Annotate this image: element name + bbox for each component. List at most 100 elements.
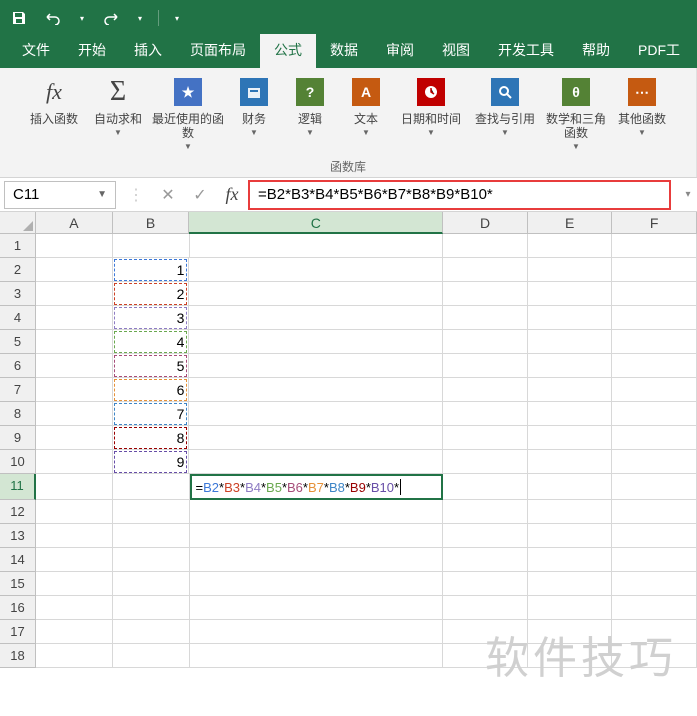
cell-E17[interactable] (528, 620, 613, 644)
cell-C16[interactable] (190, 596, 444, 620)
cell-D12[interactable] (443, 500, 528, 524)
cell-D14[interactable] (443, 548, 528, 572)
cell-A5[interactable] (36, 330, 113, 354)
cell-D3[interactable] (443, 282, 528, 306)
cell-E7[interactable] (528, 378, 613, 402)
row-header-4[interactable]: 4 (0, 306, 36, 330)
name-box[interactable]: C11 ▼ (4, 181, 116, 209)
col-header-F[interactable]: F (612, 212, 697, 234)
cell-A3[interactable] (36, 282, 113, 306)
cell-C18[interactable] (190, 644, 444, 668)
cell-A10[interactable] (36, 450, 113, 474)
row-header-12[interactable]: 12 (0, 500, 36, 524)
enter-icon[interactable]: ✓ (184, 181, 216, 209)
cell-E12[interactable] (528, 500, 613, 524)
cell-D6[interactable] (443, 354, 528, 378)
cell-D8[interactable] (443, 402, 528, 426)
row-header-3[interactable]: 3 (0, 282, 36, 306)
tab-help[interactable]: 帮助 (568, 34, 624, 68)
cell-A15[interactable] (36, 572, 113, 596)
cell-E18[interactable] (528, 644, 613, 668)
cell-B8[interactable]: 7 (113, 402, 190, 426)
cell-C7[interactable] (189, 378, 443, 402)
cell-B7[interactable]: 6 (113, 378, 190, 402)
cell-A8[interactable] (36, 402, 113, 426)
cell-A16[interactable] (36, 596, 113, 620)
cell-E11[interactable] (528, 474, 613, 500)
cell-C2[interactable] (189, 258, 443, 282)
cell-D16[interactable] (443, 596, 528, 620)
col-header-B[interactable]: B (113, 212, 190, 234)
row-header-15[interactable]: 15 (0, 572, 36, 596)
select-all-corner[interactable] (0, 212, 36, 234)
logical-button[interactable]: ? 逻辑 ▼ (284, 72, 336, 137)
tab-data[interactable]: 数据 (316, 34, 372, 68)
tab-layout[interactable]: 页面布局 (176, 34, 260, 68)
cell-D7[interactable] (443, 378, 528, 402)
cell-C3[interactable] (189, 282, 443, 306)
cell-B16[interactable] (113, 596, 190, 620)
cell-A9[interactable] (36, 426, 113, 450)
cell-E9[interactable] (528, 426, 613, 450)
cell-C8[interactable] (189, 402, 443, 426)
cell-F14[interactable] (612, 548, 697, 572)
cell-D18[interactable] (443, 644, 528, 668)
tab-file[interactable]: 文件 (8, 34, 64, 68)
cell-F12[interactable] (612, 500, 697, 524)
cell-A4[interactable] (36, 306, 113, 330)
cell-D13[interactable] (443, 524, 528, 548)
cell-F1[interactable] (612, 234, 697, 258)
cell-C14[interactable] (190, 548, 444, 572)
cell-C5[interactable] (189, 330, 443, 354)
cell-B3[interactable]: 2 (113, 282, 190, 306)
cell-A17[interactable] (36, 620, 113, 644)
undo-icon[interactable] (42, 7, 64, 29)
cell-F17[interactable] (612, 620, 697, 644)
cells-area[interactable]: 123456789=B2*B3*B4*B5*B6*B7*B8*B9*B10* (36, 234, 697, 668)
cell-C12[interactable] (190, 500, 444, 524)
col-header-E[interactable]: E (528, 212, 613, 234)
cell-A6[interactable] (36, 354, 113, 378)
cell-B10[interactable]: 9 (113, 450, 190, 474)
cell-C6[interactable] (189, 354, 443, 378)
formula-bar[interactable]: =B2*B3*B4*B5*B6*B7*B8*B9*B10* (248, 180, 671, 210)
math-button[interactable]: θ 数学和三角函数 ▼ (544, 72, 608, 151)
row-header-5[interactable]: 5 (0, 330, 36, 354)
insert-function-button[interactable]: fx 插入函数 (24, 72, 84, 126)
cell-D4[interactable] (443, 306, 528, 330)
text-button[interactable]: A 文本 ▼ (340, 72, 392, 137)
row-header-7[interactable]: 7 (0, 378, 36, 402)
cell-E6[interactable] (528, 354, 613, 378)
cell-B2[interactable]: 1 (113, 258, 190, 282)
cell-F4[interactable] (612, 306, 697, 330)
cell-B11[interactable] (113, 474, 190, 500)
cell-B1[interactable] (113, 234, 190, 258)
cell-B6[interactable]: 5 (113, 354, 190, 378)
recent-fn-button[interactable]: ★ 最近使用的函数 ▼ (152, 72, 224, 151)
datetime-button[interactable]: 日期和时间 ▼ (396, 72, 466, 137)
cell-E4[interactable] (528, 306, 613, 330)
col-header-D[interactable]: D (443, 212, 528, 234)
tab-home[interactable]: 开始 (64, 34, 120, 68)
cell-F2[interactable] (612, 258, 697, 282)
cell-B15[interactable] (113, 572, 190, 596)
cell-C4[interactable] (189, 306, 443, 330)
cell-E15[interactable] (528, 572, 613, 596)
row-header-8[interactable]: 8 (0, 402, 36, 426)
row-header-9[interactable]: 9 (0, 426, 36, 450)
cell-B12[interactable] (113, 500, 190, 524)
expand-icon[interactable]: ▾ (679, 189, 697, 200)
cell-A1[interactable] (36, 234, 113, 258)
qat-customize-icon[interactable]: ▾ (171, 14, 183, 23)
cell-D9[interactable] (443, 426, 528, 450)
cell-E2[interactable] (528, 258, 613, 282)
redo-icon[interactable] (100, 7, 122, 29)
cell-C15[interactable] (190, 572, 444, 596)
cell-F16[interactable] (612, 596, 697, 620)
row-header-11[interactable]: 11 (0, 474, 36, 500)
cell-A12[interactable] (36, 500, 113, 524)
cell-D17[interactable] (443, 620, 528, 644)
tab-review[interactable]: 审阅 (372, 34, 428, 68)
cell-A18[interactable] (36, 644, 113, 668)
cell-D5[interactable] (443, 330, 528, 354)
